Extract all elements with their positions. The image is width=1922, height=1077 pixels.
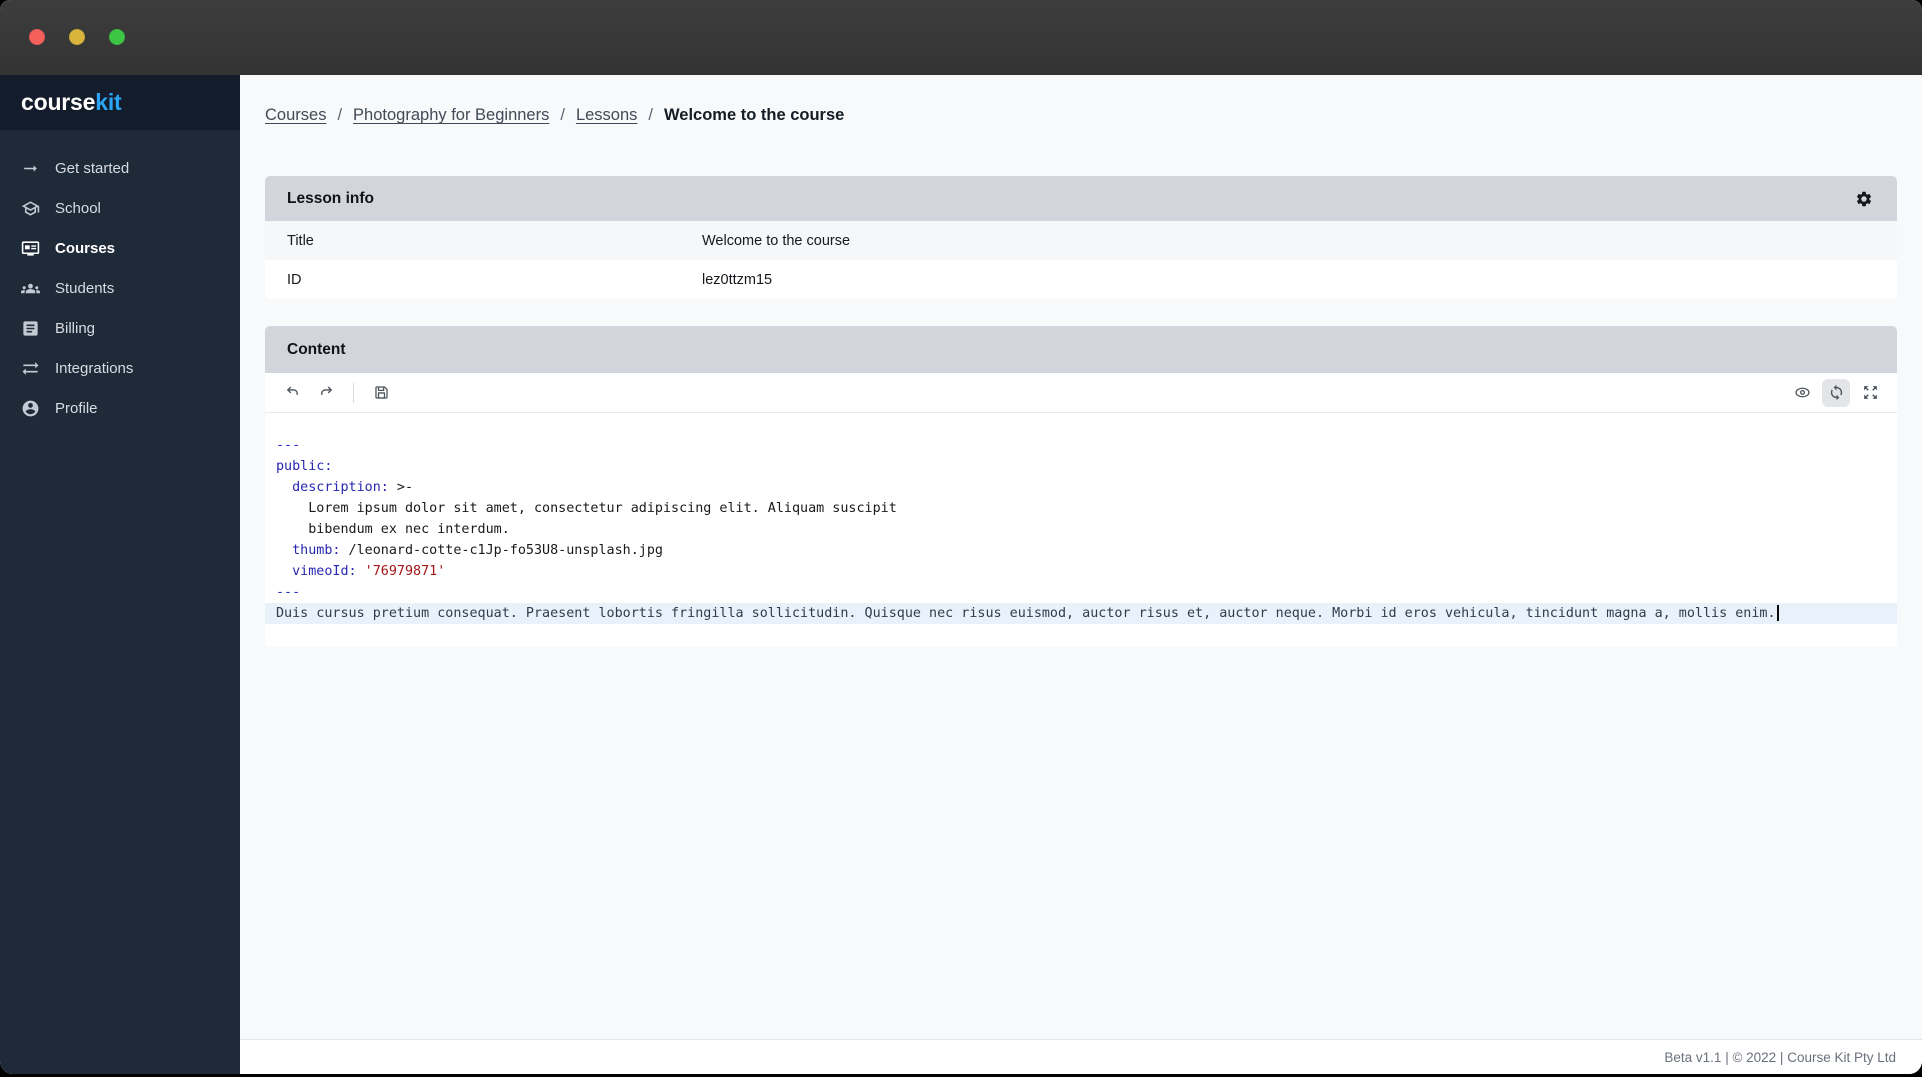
breadcrumb-current-page: Welcome to the course (664, 106, 845, 124)
row-label: Title (287, 232, 314, 249)
breadcrumb-separator: / (337, 106, 343, 124)
yaml-key: thumb: (276, 543, 341, 558)
gear-icon (1855, 190, 1873, 208)
breadcrumb: Courses / Photography for Beginners / Le… (265, 104, 1897, 126)
breadcrumb-separator: / (560, 106, 565, 124)
toolbar-left-group (278, 379, 395, 407)
table-row: Title Welcome to the course (265, 221, 1897, 260)
markdown-body-text: Duis cursus pretium consequat. Praesent … (276, 606, 1776, 621)
sidebar-item-students[interactable]: Students (0, 268, 240, 308)
main-content: Courses / Photography for Beginners / Le… (240, 75, 1922, 1074)
lesson-info-title: Lesson info (287, 189, 374, 207)
undo-icon (284, 384, 301, 401)
courses-card-icon (21, 239, 40, 258)
zoom-button[interactable] (109, 29, 125, 45)
close-button[interactable] (29, 29, 45, 45)
redo-button[interactable] (312, 379, 340, 407)
redo-icon (318, 384, 335, 401)
yaml-value: /leonard-cotte-c1Jp-fo53U8-unsplash.jpg (340, 543, 663, 558)
active-code-line: Duis cursus pretium consequat. Praesent … (265, 603, 1897, 624)
yaml-key: public: (276, 459, 333, 474)
yaml-key: vimeoId: (276, 564, 357, 579)
content-title: Content (287, 340, 346, 358)
code-line: bibendum ex nec interdum. (276, 519, 1885, 540)
fullscreen-button[interactable] (1856, 379, 1884, 407)
sidebar-item-get-started[interactable]: Get started (0, 148, 240, 188)
breadcrumb-link-lessons[interactable]: Lessons (576, 104, 637, 126)
row-label: ID (287, 271, 302, 288)
undo-button[interactable] (278, 379, 306, 407)
preview-eye-icon (1794, 384, 1811, 401)
sidebar-item-school[interactable]: School (0, 188, 240, 228)
code-line: public: (276, 456, 1885, 477)
sidebar-item-label: Profile (55, 399, 98, 417)
sidebar: course kit Get started School Courses St… (0, 75, 240, 1074)
sidebar-item-label: Billing (55, 319, 96, 337)
breadcrumb-link-course-name[interactable]: Photography for Beginners (353, 104, 549, 126)
editor-toolbar (265, 373, 1897, 413)
sidebar-item-integrations[interactable]: Integrations (0, 348, 240, 388)
school-icon (21, 199, 40, 218)
minimize-button[interactable] (69, 29, 85, 45)
window-titlebar (0, 0, 1922, 75)
code-line: description: >- (276, 477, 1885, 498)
sidebar-item-courses[interactable]: Courses (0, 228, 240, 268)
app-body: course kit Get started School Courses St… (0, 75, 1922, 1074)
code-line: --- (276, 435, 1885, 456)
content-panel: Content --- public: description: >- Lore… (265, 326, 1897, 647)
row-value: Welcome to the course (702, 232, 851, 249)
toolbar-right-group (1788, 378, 1884, 407)
yaml-block-scalar: >- (388, 480, 414, 495)
footer-text: Beta v1.1 | © 2022 | Course Kit Pty Ltd (1664, 1049, 1896, 1065)
logo-text-accent: kit (95, 89, 122, 115)
save-button[interactable] (367, 379, 395, 407)
logo-text-primary: course (21, 89, 96, 115)
yaml-text: Lorem ipsum dolor sit amet, consectetur … (276, 501, 897, 516)
lesson-settings-button[interactable] (1853, 188, 1875, 210)
window-controls (29, 29, 125, 45)
code-line: --- (276, 582, 1885, 603)
lesson-info-header: Lesson info (265, 176, 1897, 221)
sidebar-nav: Get started School Courses Students Bill… (0, 130, 240, 428)
code-line: thumb: /leonard-cotte-c1Jp-fo53U8-unspla… (276, 540, 1885, 561)
sidebar-item-profile[interactable]: Profile (0, 388, 240, 428)
preview-button[interactable] (1788, 379, 1816, 407)
toolbar-divider (353, 382, 354, 403)
save-icon (373, 384, 390, 401)
text-cursor (1776, 605, 1779, 621)
app-window: course kit Get started School Courses St… (0, 0, 1922, 1074)
yaml-delimiter: --- (276, 585, 301, 600)
profile-icon (21, 399, 40, 418)
billing-list-icon (21, 319, 40, 338)
integrations-arrows-icon (21, 359, 40, 378)
breadcrumb-link-courses[interactable]: Courses (265, 104, 326, 126)
yaml-key: description: (276, 480, 389, 495)
screen: course kit Get started School Courses St… (0, 0, 1922, 1077)
row-value: lez0ttzm15 (702, 271, 773, 288)
code-line: vimeoId: '76979871' (276, 561, 1885, 582)
fullscreen-icon (1862, 384, 1879, 401)
sidebar-item-label: Students (55, 279, 115, 297)
sync-icon (1828, 384, 1845, 401)
arrow-right-icon (21, 159, 40, 178)
students-group-icon (21, 279, 40, 298)
footer: Beta v1.1 | © 2022 | Course Kit Pty Ltd (240, 1039, 1922, 1074)
yaml-string-value: '76979871' (356, 564, 446, 579)
sidebar-item-label: Get started (55, 159, 130, 177)
code-line: Lorem ipsum dolor sit amet, consectetur … (276, 498, 1885, 519)
table-row: ID lez0ttzm15 (265, 260, 1897, 299)
app-logo[interactable]: course kit (0, 75, 240, 130)
sync-button[interactable] (1822, 378, 1850, 407)
content-code-editor[interactable]: --- public: description: >- Lorem ipsum … (265, 413, 1897, 647)
sidebar-item-billing[interactable]: Billing (0, 308, 240, 348)
sidebar-item-label: School (55, 199, 101, 217)
sidebar-item-label: Courses (55, 239, 116, 257)
lesson-info-panel: Lesson info Title Welcome to the course … (265, 176, 1897, 299)
content-header: Content (265, 326, 1897, 373)
yaml-delimiter: --- (276, 438, 301, 453)
breadcrumb-separator: / (648, 106, 653, 124)
yaml-text: bibendum ex nec interdum. (276, 522, 510, 537)
sidebar-item-label: Integrations (55, 359, 134, 377)
